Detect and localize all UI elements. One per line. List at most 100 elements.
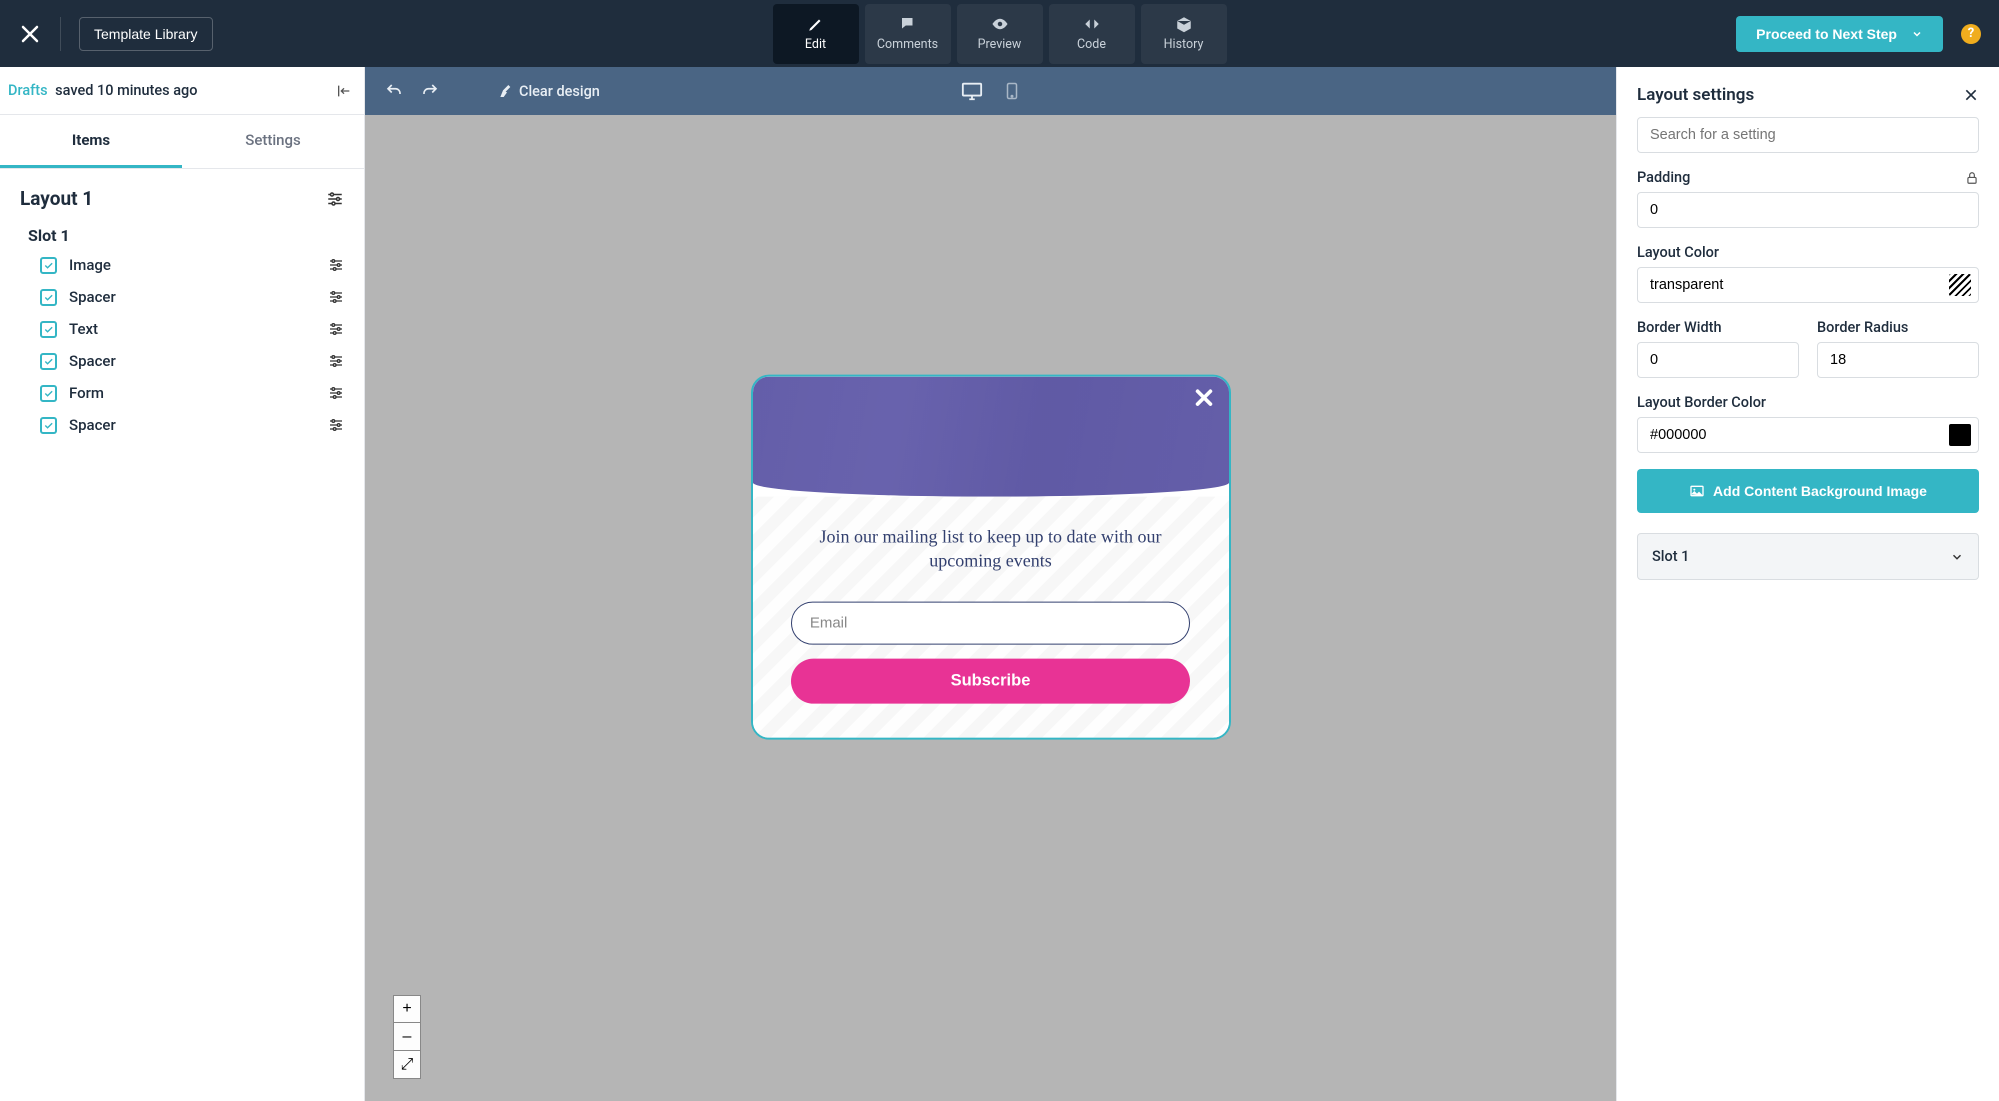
chevron-down-icon [1911, 28, 1923, 40]
device-desktop-button[interactable] [961, 80, 983, 102]
right-panel-title: Layout settings [1637, 85, 1754, 105]
zoom-in-button[interactable]: + [393, 995, 421, 1023]
device-mobile-button[interactable] [1003, 80, 1021, 102]
item-checkbox[interactable] [40, 257, 57, 274]
layout-settings-button[interactable] [326, 190, 344, 208]
layout-color-input[interactable] [1637, 267, 1979, 303]
border-color-input[interactable] [1637, 417, 1979, 453]
close-icon [1963, 87, 1979, 103]
help-button[interactable]: ? [1961, 24, 1981, 44]
app-body: Drafts saved 10 minutes ago Items Settin… [0, 67, 1999, 1101]
item-row[interactable]: Spacer [0, 345, 364, 377]
popup-frame: Join our mailing list to keep up to date… [751, 375, 1231, 740]
tab-comments[interactable]: Comments [865, 4, 951, 64]
broom-icon [497, 83, 513, 99]
undo-button[interactable] [385, 82, 403, 100]
layout-title: Layout 1 [20, 187, 93, 210]
item-row[interactable]: Image [0, 249, 364, 281]
item-settings-button[interactable] [328, 321, 344, 337]
tab-history[interactable]: History [1141, 4, 1227, 64]
template-library-button[interactable]: Template Library [79, 17, 213, 51]
canvas-toolbar: Clear design [365, 67, 1616, 115]
comments-icon [899, 15, 917, 33]
tab-preview-label: Preview [978, 37, 1022, 52]
popup-body: Join our mailing list to keep up to date… [753, 497, 1229, 738]
border-width-label: Border Width [1637, 319, 1722, 336]
undo-icon [385, 82, 403, 100]
divider [60, 17, 61, 51]
canvas: Clear design [365, 67, 1616, 1101]
item-row[interactable]: Form [0, 377, 364, 409]
item-label: Image [69, 256, 111, 274]
layout-heading-row: Layout 1 [0, 169, 364, 220]
tab-code[interactable]: Code [1049, 4, 1135, 64]
item-checkbox[interactable] [40, 289, 57, 306]
sliders-icon [328, 289, 344, 305]
item-checkbox[interactable] [40, 385, 57, 402]
add-background-button[interactable]: Add Content Background Image [1637, 469, 1979, 513]
field-layout-color: Layout Color [1637, 244, 1979, 303]
right-panel: Layout settings Padding Layout Color [1616, 67, 1999, 1101]
item-settings-button[interactable] [328, 289, 344, 305]
collapse-panel-button[interactable] [336, 83, 352, 99]
zoom-controls: + – ⤢ [393, 995, 421, 1079]
proceed-label: Proceed to Next Step [1756, 26, 1897, 42]
field-border-row: Border Width Border Radius [1637, 319, 1979, 378]
right-panel-body: Padding Layout Color Border Width [1617, 117, 1999, 600]
settings-search-input[interactable] [1637, 117, 1979, 153]
border-color-swatch[interactable] [1949, 424, 1971, 446]
subscribe-button[interactable]: Subscribe [791, 658, 1190, 703]
field-padding: Padding [1637, 169, 1979, 228]
eye-icon [991, 15, 1009, 33]
tab-edit[interactable]: Edit [773, 4, 859, 64]
item-settings-button[interactable] [328, 353, 344, 369]
item-settings-button[interactable] [328, 417, 344, 433]
popup-headline: Join our mailing list to keep up to date… [783, 525, 1199, 574]
email-input[interactable] [791, 601, 1190, 644]
tab-preview[interactable]: Preview [957, 4, 1043, 64]
layout-color-swatch[interactable] [1949, 274, 1971, 296]
item-label: Spacer [69, 352, 116, 370]
clear-design-label: Clear design [519, 83, 600, 100]
border-width-input[interactable] [1637, 342, 1799, 378]
close-icon[interactable] [18, 22, 42, 46]
popup-close-button[interactable] [1193, 387, 1215, 409]
item-settings-button[interactable] [328, 257, 344, 273]
left-tab-items[interactable]: Items [0, 115, 182, 168]
item-checkbox[interactable] [40, 321, 57, 338]
item-settings-button[interactable] [328, 385, 344, 401]
border-radius-input[interactable] [1817, 342, 1979, 378]
tab-comments-label: Comments [877, 37, 938, 52]
canvas-stage[interactable]: Join our mailing list to keep up to date… [365, 115, 1616, 1101]
zoom-out-button[interactable]: – [393, 1023, 421, 1051]
padding-input[interactable] [1637, 192, 1979, 228]
topbar: Template Library Edit Comments Preview C… [0, 0, 1999, 67]
popup[interactable]: Join our mailing list to keep up to date… [751, 375, 1231, 740]
slot-dropdown[interactable]: Slot 1 [1637, 533, 1979, 580]
item-checkbox[interactable] [40, 417, 57, 434]
item-list: Image Spacer Text Spacer Form Spacer [0, 249, 364, 441]
padding-lock-button[interactable] [1965, 171, 1979, 185]
left-tab-settings[interactable]: Settings [182, 115, 364, 168]
sliders-icon [328, 417, 344, 433]
item-checkbox[interactable] [40, 353, 57, 370]
close-panel-button[interactable] [1963, 87, 1979, 103]
inbox-icon [1175, 15, 1193, 33]
drafts-link[interactable]: Drafts [8, 82, 48, 99]
zoom-fit-button[interactable]: ⤢ [393, 1051, 421, 1079]
desktop-icon [961, 80, 983, 102]
close-icon [1193, 387, 1215, 409]
add-background-label: Add Content Background Image [1713, 483, 1927, 499]
item-row[interactable]: Text [0, 313, 364, 345]
mobile-icon [1003, 80, 1021, 102]
topbar-left: Template Library [18, 17, 213, 51]
clear-design-button[interactable]: Clear design [497, 83, 600, 100]
sliders-icon [328, 385, 344, 401]
pencil-icon [807, 15, 825, 33]
topbar-tabs: Edit Comments Preview Code History [773, 4, 1227, 64]
item-row[interactable]: Spacer [0, 281, 364, 313]
item-row[interactable]: Spacer [0, 409, 364, 441]
proceed-button[interactable]: Proceed to Next Step [1736, 16, 1943, 52]
sliders-icon [328, 353, 344, 369]
redo-button[interactable] [421, 82, 439, 100]
